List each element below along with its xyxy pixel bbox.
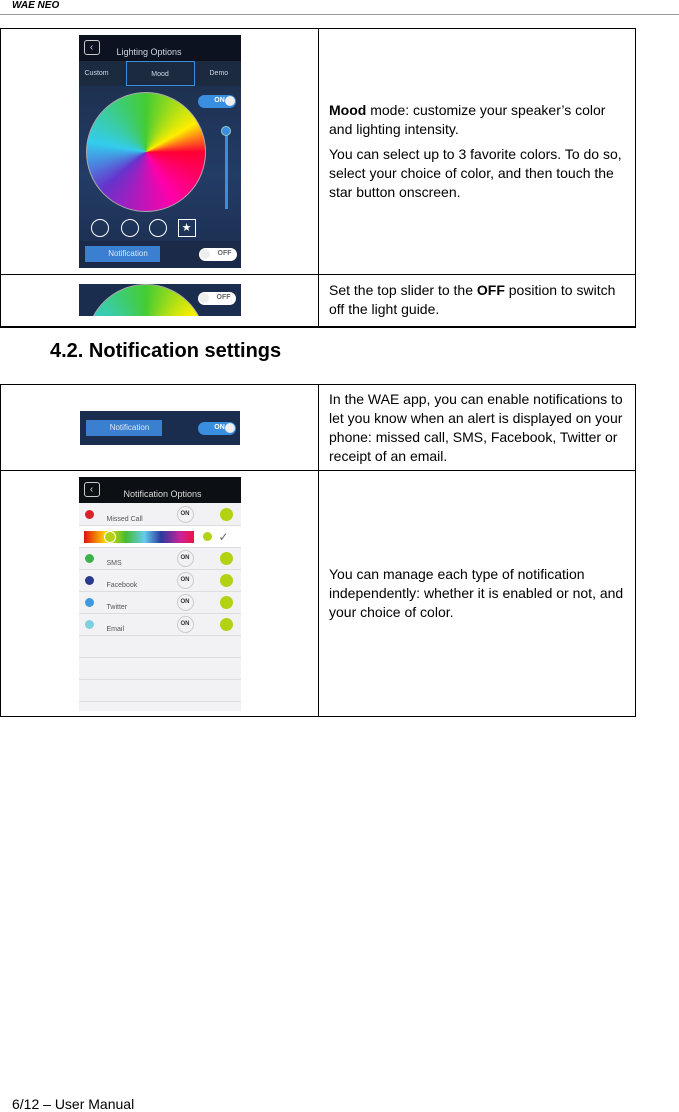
color-wheel bbox=[85, 284, 206, 317]
color-picker-row: ✓ bbox=[78, 525, 241, 548]
tab-mood: Mood bbox=[125, 61, 195, 86]
list-item: SMS ON bbox=[78, 548, 241, 570]
text: Set the top slider to the bbox=[329, 282, 477, 299]
table-row: ‹ Notification Options Missed Call ON ✓ S… bbox=[0, 470, 636, 717]
notification-toggle: ON bbox=[197, 421, 236, 435]
image-cell: ‹ Notification Options Missed Call ON ✓ S… bbox=[0, 470, 319, 717]
notification-label: Notification bbox=[84, 246, 160, 262]
screen-title: Notification Options bbox=[123, 488, 202, 499]
back-icon: ‹ bbox=[83, 40, 100, 55]
toggle-label: ON bbox=[214, 97, 225, 104]
star-icon: ★ bbox=[177, 219, 196, 237]
notification-options-screenshot: ‹ Notification Options Missed Call ON ✓ S… bbox=[78, 476, 241, 711]
color-spectrum-slider bbox=[83, 530, 194, 543]
toggle-label: OFF bbox=[217, 250, 232, 257]
light-toggle: ON bbox=[197, 95, 236, 108]
facebook-icon bbox=[84, 575, 94, 585]
check-icon: ✓ bbox=[218, 529, 229, 544]
favorite-color-slot bbox=[120, 219, 139, 237]
header-divider bbox=[0, 14, 679, 15]
document-header: WAE NEO bbox=[12, 0, 60, 11]
tab-custom: Custom bbox=[84, 70, 109, 77]
email-icon bbox=[84, 619, 94, 629]
screen-titlebar: ‹ Notification Options bbox=[78, 476, 241, 503]
toggle-label: ON bbox=[214, 423, 225, 431]
notification-table: Notification ON In the WAE app, you can … bbox=[0, 384, 636, 717]
list-item: Facebook ON bbox=[78, 570, 241, 592]
toggle-label: OFF bbox=[216, 294, 231, 302]
image-cell: ‹ Lighting Options Custom Mood Demo ON ★… bbox=[0, 28, 319, 275]
notification-bar: Notification OFF bbox=[78, 241, 241, 268]
back-icon: ‹ bbox=[83, 481, 100, 497]
lighting-table: ‹ Lighting Options Custom Mood Demo ON ★… bbox=[0, 28, 636, 328]
color-swatch bbox=[219, 551, 233, 565]
tab-bar: Custom Mood Demo bbox=[78, 61, 241, 86]
table-row: ‹ Lighting Options Custom Mood Demo ON ★… bbox=[0, 28, 636, 275]
list-item: Missed Call ON bbox=[78, 504, 241, 526]
sms-icon bbox=[84, 553, 94, 563]
light-toggle: OFF bbox=[197, 292, 236, 306]
twitter-icon bbox=[84, 597, 94, 607]
color-swatch bbox=[219, 573, 233, 587]
empty-row bbox=[78, 658, 241, 680]
selected-color bbox=[202, 531, 212, 541]
notification-label: Notification bbox=[85, 419, 162, 436]
color-wheel bbox=[85, 92, 206, 212]
text-cell: In the WAE app, you can enable notificat… bbox=[318, 384, 636, 471]
on-button: ON bbox=[176, 549, 194, 567]
color-swatch bbox=[219, 507, 233, 521]
color-swatch bbox=[219, 617, 233, 631]
image-cell: OFF bbox=[0, 274, 319, 327]
empty-row bbox=[78, 680, 241, 702]
favorite-color-slot bbox=[90, 219, 109, 237]
text-cell: Set the top slider to the OFF position t… bbox=[318, 274, 636, 327]
image-cell: Notification ON bbox=[0, 384, 319, 471]
screen-title: Lighting Options bbox=[116, 47, 182, 57]
phone-icon bbox=[84, 509, 94, 519]
bold-term: Mood bbox=[329, 102, 367, 118]
text-cell: You can manage each type of notification… bbox=[318, 470, 636, 717]
slider-knob bbox=[103, 530, 116, 543]
list-item: Email ON bbox=[78, 614, 241, 636]
toggle-off-screenshot: OFF bbox=[78, 284, 241, 317]
text: mode: customize your speaker’s color and… bbox=[329, 102, 606, 137]
table-row: Notification ON In the WAE app, you can … bbox=[0, 384, 636, 471]
notification-toggle-screenshot: Notification ON bbox=[79, 410, 240, 445]
tab-demo: Demo bbox=[209, 70, 229, 77]
slider-knob bbox=[220, 126, 231, 136]
text-cell: Mood mode: customize your speaker’s colo… bbox=[318, 28, 636, 275]
on-button: ON bbox=[176, 593, 194, 611]
on-button: ON bbox=[176, 505, 194, 523]
paragraph: Mood mode: customize your speaker’s colo… bbox=[329, 101, 625, 139]
on-button: ON bbox=[176, 571, 194, 589]
page-footer: 6/12 – User Manual bbox=[12, 1096, 135, 1112]
section-heading: 4.2. Notification settings bbox=[50, 340, 282, 362]
bold-term: OFF bbox=[476, 282, 505, 299]
favorite-color-slot bbox=[148, 219, 167, 237]
empty-row bbox=[78, 636, 241, 658]
on-button: ON bbox=[176, 615, 194, 633]
paragraph: You can select up to 3 favorite colors. … bbox=[329, 146, 622, 200]
screen-titlebar: ‹ Lighting Options bbox=[78, 35, 241, 61]
table-row: OFF Set the top slider to the OFF positi… bbox=[0, 274, 636, 327]
list-item: Twitter ON bbox=[78, 592, 241, 614]
notification-toggle: OFF bbox=[198, 248, 237, 261]
lighting-options-screenshot: ‹ Lighting Options Custom Mood Demo ON ★… bbox=[78, 35, 241, 268]
color-swatch bbox=[219, 595, 233, 609]
brightness-slider bbox=[224, 127, 228, 209]
